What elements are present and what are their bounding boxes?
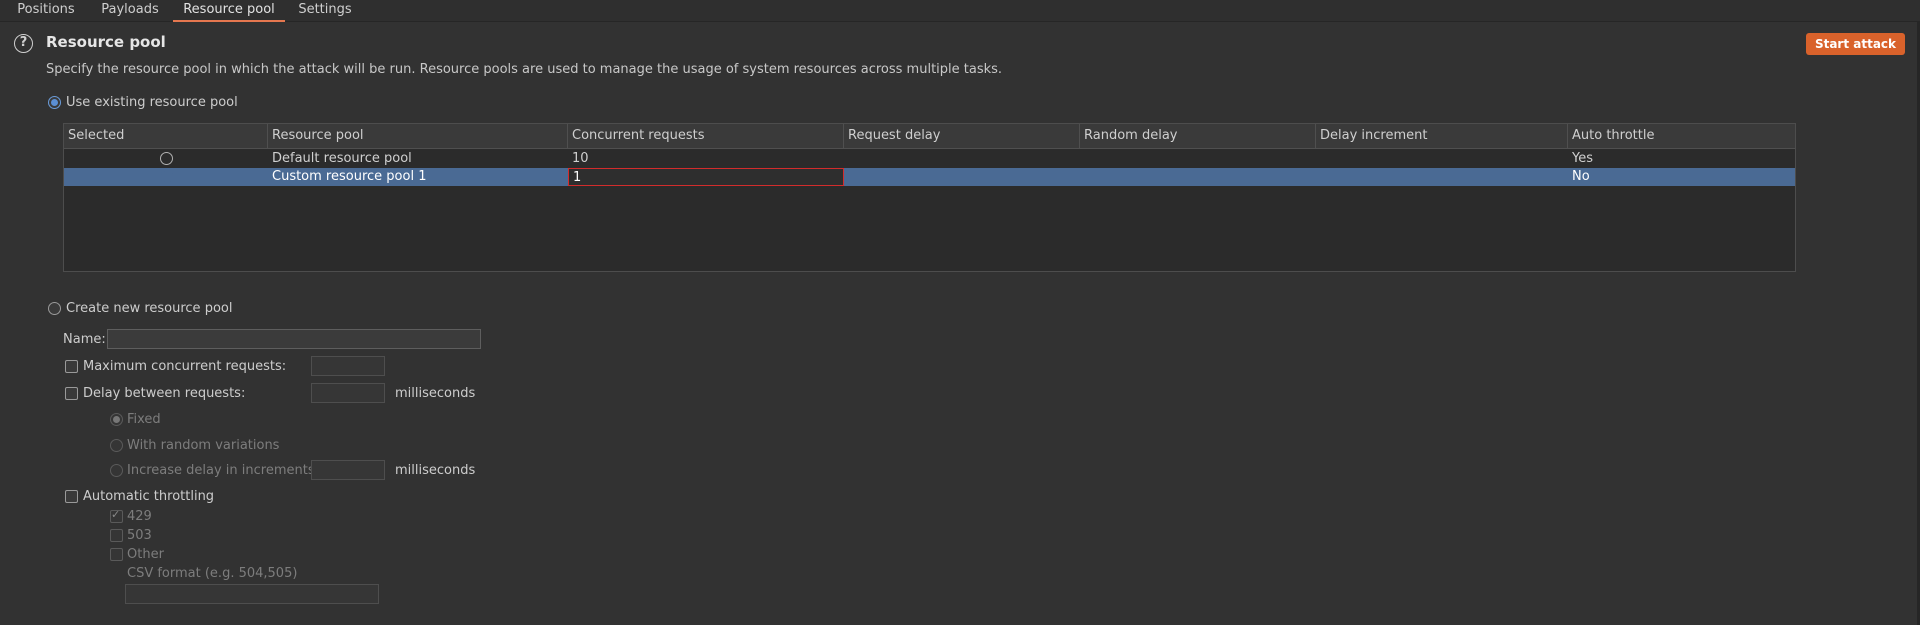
tab-positions[interactable]: Positions [10,0,82,22]
tab-payloads[interactable]: Payloads [95,0,165,22]
code-503-label: 503 [127,528,152,543]
intruder-resource-pool-page: Positions Payloads Resource pool Setting… [0,0,1920,625]
random-variations-radio[interactable] [110,439,123,452]
section-title: Resource pool [46,33,166,51]
cell-request-delay[interactable] [844,168,1080,186]
cell-delay-increment[interactable] [1316,150,1568,168]
max-concurrent-input[interactable] [311,356,385,376]
name-input[interactable] [107,329,481,349]
create-new-label: Create new resource pool [66,301,233,316]
table-row-selected[interactable]: Custom resource pool 1 1 No [64,168,1795,186]
delay-between-checkbox[interactable] [65,387,78,400]
checkmark-icon: ✓ [111,508,121,521]
table-row[interactable]: Default resource pool 10 Yes [64,150,1795,168]
cell-resource-pool: Custom resource pool 1 [272,169,427,184]
code-429-checkbox[interactable]: ✓ [110,508,123,523]
cell-concurrent-requests[interactable]: 10 [568,150,844,168]
table-header: Selected Resource pool Concurrent reques… [64,124,1795,149]
column-random-delay[interactable]: Random delay [1080,124,1316,148]
cell-random-delay[interactable] [1080,150,1316,168]
create-new-radio[interactable] [48,302,61,315]
increase-delay-label: Increase delay in increments of [127,463,332,478]
random-variations-label: With random variations [127,438,280,453]
fixed-radio[interactable] [110,413,123,426]
row-select-radio[interactable] [160,170,173,183]
use-existing-label: Use existing resource pool [66,95,238,110]
help-icon[interactable]: ? [14,34,33,53]
auto-throttling-checkbox[interactable] [65,490,78,503]
code-429-label: 429 [127,509,152,524]
cell-resource-pool: Default resource pool [272,151,412,166]
delay-between-label: Delay between requests: [83,386,246,401]
column-delay-increment[interactable]: Delay increment [1316,124,1568,148]
tab-resource-pool[interactable]: Resource pool [173,0,285,22]
increase-ms-unit: milliseconds [395,463,476,478]
code-503-checkbox[interactable] [110,529,123,542]
tab-settings[interactable]: Settings [294,0,356,22]
row-select-radio[interactable] [160,152,173,165]
name-label: Name: [63,332,106,347]
fixed-label: Fixed [127,412,161,427]
column-request-delay[interactable]: Request delay [844,124,1080,148]
tab-bar: Positions Payloads Resource pool Setting… [0,0,1920,22]
other-checkbox[interactable] [110,548,123,561]
cell-delay-increment[interactable] [1316,168,1568,186]
csv-format-label: CSV format (e.g. 504,505) [127,566,298,581]
column-auto-throttle[interactable]: Auto throttle [1568,124,1795,148]
increase-delay-radio[interactable] [110,464,123,477]
cell-auto-throttle[interactable]: No [1568,168,1795,186]
use-existing-radio[interactable] [48,96,61,109]
column-concurrent-requests[interactable]: Concurrent requests [568,124,844,148]
cell-concurrent-requests-editor[interactable]: 1 [568,168,844,186]
delay-ms-unit: milliseconds [395,386,476,401]
cell-request-delay[interactable] [844,150,1080,168]
column-selected[interactable]: Selected [64,124,268,148]
max-concurrent-checkbox[interactable] [65,360,78,373]
max-concurrent-label: Maximum concurrent requests: [83,359,287,374]
auto-throttling-label: Automatic throttling [83,489,215,504]
resource-pool-table: Selected Resource pool Concurrent reques… [63,123,1796,272]
section-description: Specify the resource pool in which the a… [46,62,1003,77]
increase-delay-input[interactable] [311,460,385,480]
delay-between-input[interactable] [311,383,385,403]
start-attack-button[interactable]: Start attack [1806,33,1905,55]
column-resource-pool[interactable]: Resource pool [268,124,568,148]
cell-random-delay[interactable] [1080,168,1316,186]
other-label: Other [127,547,164,562]
cell-auto-throttle[interactable]: Yes [1568,150,1795,168]
csv-format-input[interactable] [125,584,379,604]
